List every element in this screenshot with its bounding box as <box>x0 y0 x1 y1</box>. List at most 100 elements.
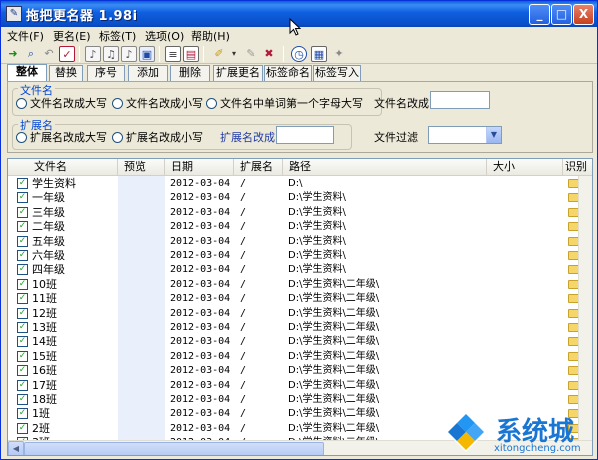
row-checkbox[interactable]: ✓ <box>17 221 28 233</box>
cell-date: 2012-03-04 <box>170 206 231 218</box>
tag-3-icon[interactable]: ♪ <box>121 46 137 62</box>
cell-extension: / <box>240 365 247 377</box>
list-icon[interactable]: ≡ <box>165 46 181 62</box>
minimize-button[interactable]: _ <box>529 4 550 25</box>
row-checkbox[interactable]: ✓ <box>17 178 28 189</box>
row-checkbox[interactable]: ✓ <box>17 379 28 391</box>
row-checkbox[interactable]: ✓ <box>17 394 28 405</box>
cell-filename: 10班 <box>32 277 57 291</box>
table-row[interactable]: ✓ 17班 2012-03-04 / D:\学生资料\二年级\ <box>8 379 592 393</box>
table-row[interactable]: ✓ 一年级 2012-03-04 / D:\学生资料\ <box>8 191 592 205</box>
table-row[interactable]: ✓ 六年级 2012-03-04 / D:\学生资料\ <box>8 249 592 263</box>
radio-filename-upper[interactable]: 文件名改成大写 <box>16 95 107 111</box>
cell-path: D:\学生资料\ <box>288 206 346 218</box>
cell-date: 2012-03-04 <box>170 408 231 420</box>
table-row[interactable]: ✓ 13班 2012-03-04 / D:\学生资料\二年级\ <box>8 321 592 335</box>
menu-tags[interactable]: 标签(T) <box>99 28 136 44</box>
radio-filename-capitalize[interactable]: 文件名中单词第一个字母大写 <box>206 95 363 111</box>
tag-4-icon[interactable]: ▣ <box>139 46 155 62</box>
tab-extension-rename[interactable]: 扩展更名 <box>213 65 263 81</box>
table-row[interactable]: ✓ 16班 2012-03-04 / D:\学生资料\二年级\ <box>8 364 592 378</box>
row-checkbox[interactable]: ✓ <box>17 307 28 319</box>
undo-icon[interactable]: ↶ <box>41 46 57 62</box>
tab-replace[interactable]: 替换 <box>49 65 83 81</box>
table-row[interactable]: ✓ 学生资料 2012-03-04 / D:\ <box>8 177 592 191</box>
tag-1-icon[interactable]: ♪ <box>85 46 101 62</box>
row-checkbox[interactable]: ✓ <box>17 206 28 218</box>
tab-sequence[interactable]: 序号 <box>87 65 125 81</box>
column-header-size[interactable]: 大小 <box>487 159 563 176</box>
cell-filename: 2班 <box>32 421 50 435</box>
table-row[interactable]: ✓ 11班 2012-03-04 / D:\学生资料\二年级\ <box>8 292 592 306</box>
column-header-path[interactable]: 路径 <box>283 159 487 176</box>
tab-tag-write[interactable]: 标签写入 <box>313 65 361 81</box>
tab-delete[interactable]: 删除 <box>170 65 210 81</box>
brush-icon[interactable]: ✐ <box>211 46 227 62</box>
column-header-recognize[interactable]: 识别 <box>563 159 592 176</box>
scroll-left-icon[interactable]: ◀ <box>8 441 24 455</box>
cell-date: 2012-03-04 <box>170 350 231 362</box>
scroll-thumb[interactable] <box>24 442 324 455</box>
app-icon[interactable]: ✎ <box>6 6 22 22</box>
cell-path: D:\学生资料\ <box>288 192 346 204</box>
radio-ext-upper[interactable]: 扩展名改成大写 <box>16 129 107 145</box>
cell-extension: / <box>240 264 247 276</box>
cell-extension: / <box>240 278 247 290</box>
cell-extension: / <box>240 422 247 434</box>
row-checkbox[interactable]: ✓ <box>17 408 28 420</box>
grid-icon[interactable]: ▤ <box>183 46 199 62</box>
remove-icon[interactable]: ✖ <box>261 46 277 62</box>
panel-icon[interactable]: ▦ <box>311 46 327 62</box>
tab-tag-naming[interactable]: 标签命名 <box>264 65 312 81</box>
cell-path: D:\学生资料\二年级\ <box>288 350 380 362</box>
table-row[interactable]: ✓ 10班 2012-03-04 / D:\学生资料\二年级\ <box>8 277 592 292</box>
close-button[interactable]: X <box>573 4 594 25</box>
tab-add[interactable]: 添加 <box>128 65 168 81</box>
ext-change-input[interactable] <box>276 126 334 144</box>
column-header-date[interactable]: 日期 <box>165 159 234 176</box>
menu-help[interactable]: 帮助(H) <box>191 28 230 44</box>
row-checkbox[interactable]: ✓ <box>17 350 28 362</box>
menu-rename[interactable]: 更名(E) <box>53 28 91 44</box>
row-checkbox[interactable]: ✓ <box>17 192 28 204</box>
column-header-filename[interactable]: 文件名 <box>8 159 118 176</box>
clock-icon[interactable]: ◷ <box>291 46 307 62</box>
row-checkbox[interactable]: ✓ <box>17 293 28 305</box>
wand-icon[interactable]: ✦ <box>331 46 347 62</box>
check-icon[interactable]: ✓ <box>59 46 75 62</box>
table-row[interactable]: ✓ 14班 2012-03-04 / D:\学生资料\二年级\ <box>8 335 592 349</box>
table-row[interactable]: ✓ 15班 2012-03-04 / D:\学生资料\二年级\ <box>8 350 592 364</box>
chevron-down-icon[interactable]: ▼ <box>486 127 501 143</box>
column-header-preview[interactable]: 预览 <box>118 159 165 176</box>
menu-file[interactable]: 文件(F) <box>7 28 44 44</box>
row-checkbox[interactable]: ✓ <box>17 322 28 333</box>
vertical-scrollbar[interactable] <box>578 176 592 440</box>
table-row[interactable]: ✓ 四年级 2012-03-04 / D:\学生资料\ <box>8 263 592 277</box>
filename-change-input[interactable] <box>430 91 490 109</box>
radio-ext-lower[interactable]: 扩展名改成小写 <box>112 129 203 145</box>
column-header-extension[interactable]: 扩展名 <box>234 159 283 176</box>
row-checkbox[interactable]: ✓ <box>17 336 28 348</box>
clear-icon[interactable]: ✎ <box>243 46 259 62</box>
dropdown-icon[interactable]: ▾ <box>226 46 242 62</box>
tab-overall[interactable]: 整体 <box>7 64 47 81</box>
search-icon[interactable]: ⌕ <box>23 46 39 62</box>
cell-date: 2012-03-04 <box>170 394 231 405</box>
table-row[interactable]: ✓ 三年级 2012-03-04 / D:\学生资料\ <box>8 206 592 220</box>
row-checkbox[interactable]: ✓ <box>17 250 28 261</box>
row-checkbox[interactable]: ✓ <box>17 365 28 377</box>
maximize-button[interactable]: □ <box>551 4 572 25</box>
row-checkbox[interactable]: ✓ <box>17 235 28 247</box>
row-checkbox[interactable]: ✓ <box>17 422 28 434</box>
file-filter-select[interactable]: ▼ <box>428 126 502 144</box>
radio-filename-lower[interactable]: 文件名改成小写 <box>112 95 203 111</box>
tag-2-icon[interactable]: ♫ <box>103 46 119 62</box>
table-row[interactable]: ✓ 12班 2012-03-04 / D:\学生资料\二年级\ <box>8 307 592 321</box>
add-files-icon[interactable]: ➜ <box>5 46 21 62</box>
row-checkbox[interactable]: ✓ <box>17 264 28 276</box>
table-row[interactable]: ✓ 五年级 2012-03-04 / D:\学生资料\ <box>8 235 592 249</box>
menu-options[interactable]: 选项(O) <box>145 28 184 44</box>
cell-date: 2012-03-04 <box>170 307 231 319</box>
row-checkbox[interactable]: ✓ <box>17 278 28 290</box>
table-row[interactable]: ✓ 二年级 2012-03-04 / D:\学生资料\ <box>8 220 592 234</box>
